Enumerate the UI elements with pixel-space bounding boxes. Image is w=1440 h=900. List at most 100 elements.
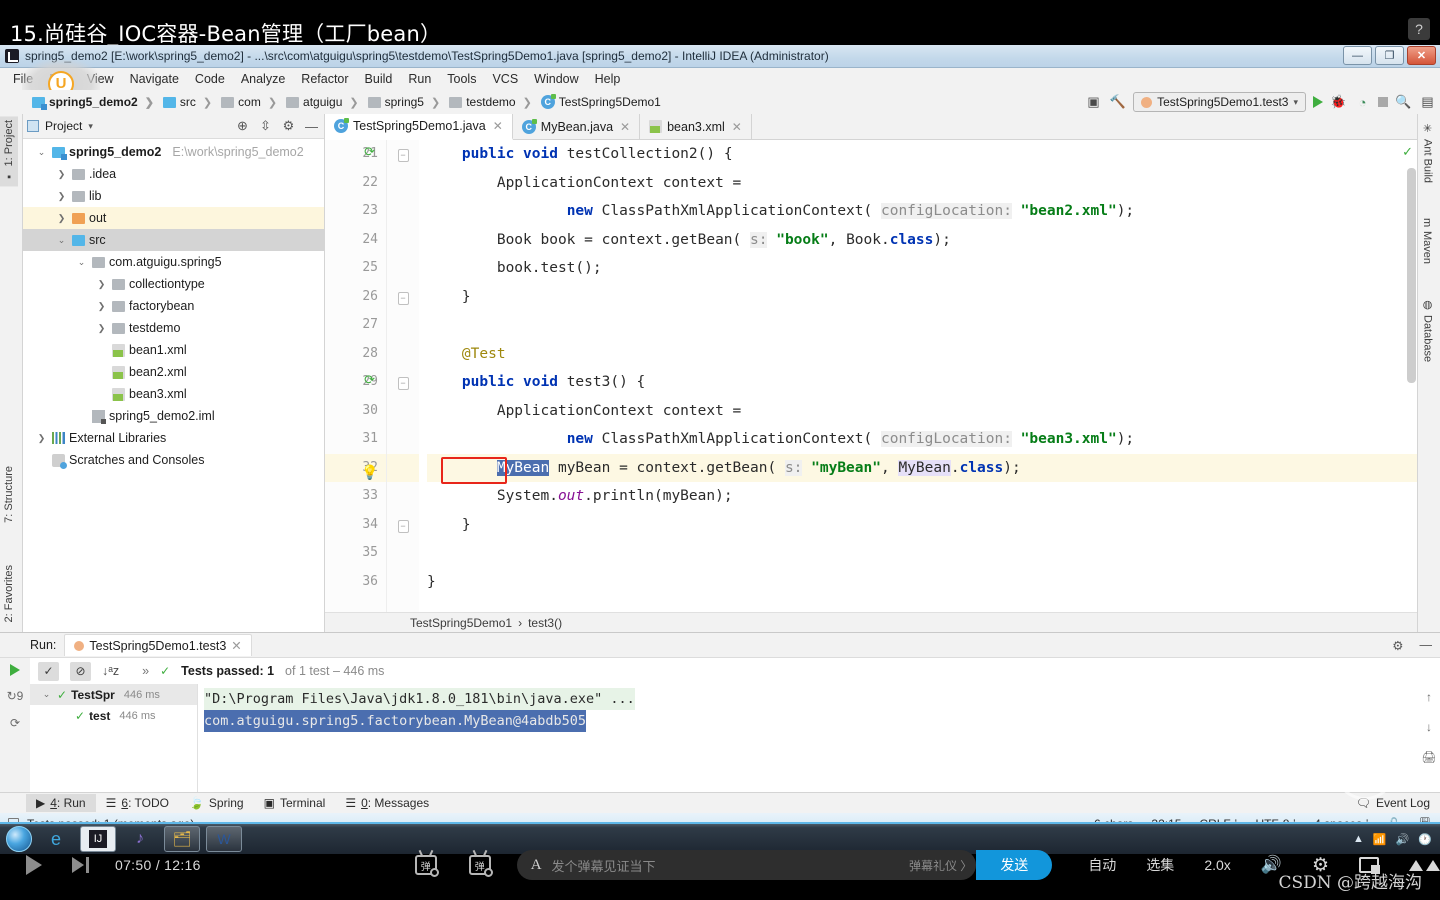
breadcrumb-spring5[interactable]: spring5 ❯ [366,95,446,109]
breadcrumb-testdemo[interactable]: testdemo ❯ [447,95,537,109]
tree-node-testdemo[interactable]: ❯ testdemo [23,317,324,339]
tool-button-run[interactable]: ▶ 4: Run [26,794,96,812]
line-number[interactable]: 24 [325,226,386,255]
fold-marker[interactable]: − [387,511,419,540]
editor-tabs[interactable]: C TestSpring5Demo1.java ✕ C MyBean.java ✕ bean… [325,114,1417,140]
menu-run[interactable]: Run [401,70,438,88]
tree-node-factorybean[interactable]: ❯ factorybean [23,295,324,317]
tree-node-bean2-xml[interactable]: bean2.xml [23,361,324,383]
tree-node-external-libraries[interactable]: ❯ External Libraries [23,427,324,449]
code-line[interactable]: } [427,283,1417,312]
episodes-button[interactable]: 选集 [1146,855,1174,875]
code-line[interactable]: book.test(); [427,254,1417,283]
close-icon[interactable]: ✕ [620,120,630,134]
breadcrumb-module[interactable]: spring5_demo2 ❯ [30,95,159,110]
sidebar-item-database[interactable]: ◍ Database [1418,294,1437,366]
tool-button-spring[interactable]: 🍃 Spring [179,794,254,812]
danmu-rule-link[interactable]: 弹幕礼仪 〉 [909,857,972,874]
breadcrumb-src[interactable]: src ❯ [161,95,217,109]
rerun-button[interactable] [10,664,20,676]
tray-clock-icon[interactable]: 🕐 [1418,833,1432,846]
editor-tab-mybean-java[interactable]: C MyBean.java ✕ [513,114,641,139]
code-line[interactable]: } [427,568,1417,597]
tree-expander-icon[interactable]: ❯ [95,279,108,290]
scroll-up-icon[interactable]: ↑ [1426,690,1432,704]
hide-panel-icon[interactable]: — [303,118,320,135]
scroll-down-icon[interactable]: ↓ [1426,720,1432,734]
project-tree[interactable]: ⌄ spring5_demo2 E:\work\spring5_demo2 ❯ .ide… [23,139,324,471]
fold-marker[interactable] [387,197,419,226]
code-line[interactable]: System.out.println(myBean); [427,482,1417,511]
tree-expander-icon[interactable]: ❯ [35,433,48,444]
close-button[interactable]: ✕ [1407,46,1436,65]
menu-build[interactable]: Build [358,70,400,88]
console-output[interactable]: "D:\Program Files\Java\jdk1.8.0_181\bin\… [198,684,1418,792]
menu-navigate[interactable]: Navigate [123,70,186,88]
danmu-input[interactable]: A 发个弹幕见证当下 弹幕礼仪 〉 [516,850,977,880]
tool-button-messages[interactable]: ☰ 0: Messages [335,794,439,812]
menu-code[interactable]: Code [188,70,232,88]
menu-file[interactable]: File [6,70,40,88]
test-tree[interactable]: ⌄ ✓ TestSpr 446 ms ✓ test 446 ms [30,684,198,792]
help-icon[interactable]: ? [1408,18,1430,40]
menu-analyze[interactable]: Analyze [234,70,292,88]
tree-node-spring5-demo2-iml[interactable]: spring5_demo2.iml [23,405,324,427]
show-passed-toggle[interactable]: ✓ [38,661,59,681]
line-number[interactable]: 22 [325,169,386,198]
tree-expander-icon[interactable]: ⌄ [75,257,88,268]
restore-button[interactable]: ❐ [1375,46,1404,65]
menu-tools[interactable]: Tools [440,70,483,88]
close-icon[interactable]: ✕ [493,119,503,133]
code-line[interactable]: new ClassPathXmlApplicationContext( conf… [427,197,1417,226]
tool-button-terminal[interactable]: ▣ Terminal [254,794,336,812]
fold-marker[interactable]: − [387,283,419,312]
tree-node-bean3-xml[interactable]: bean3.xml [23,383,324,405]
run-test-gutter-icon[interactable]: ⟳ [361,146,375,160]
fold-marker[interactable] [387,340,419,369]
show-ignored-toggle[interactable]: ⊘ [70,661,91,681]
tray-network-icon[interactable]: 📶 [1373,833,1387,846]
editor-vertical-scrollbar[interactable] [1407,168,1416,383]
play-button[interactable] [26,855,42,875]
code-line[interactable]: public void test3() { [427,368,1417,397]
sidebar-item-maven[interactable]: m Maven [1418,214,1436,268]
tree-node-bean1-xml[interactable]: bean1.xml [23,339,324,361]
sidebar-item-ant-build[interactable]: ✳ Ant Build [1418,118,1437,187]
tree-node-com-atguigu-spring5[interactable]: ⌄ com.atguigu.spring5 [23,251,324,273]
fold-region-icon[interactable]: − [397,377,409,390]
line-number[interactable]: 25 [325,254,386,283]
tree-expander-icon[interactable]: ⌄ [40,689,53,700]
collapse-all-icon[interactable]: ⇳ [257,118,274,135]
project-structure-icon[interactable]: ▤ [1419,94,1436,111]
fold-marker[interactable] [387,311,419,340]
close-icon[interactable]: ✕ [231,638,241,653]
send-button[interactable]: 发送 [976,850,1053,880]
line-number[interactable]: 27 [325,311,386,340]
gear-icon[interactable]: ⚙ [1392,638,1411,653]
locate-target-icon[interactable]: ⊕ [234,118,251,135]
tree-expander-icon[interactable]: ❯ [55,191,68,202]
fold-marker[interactable] [387,254,419,283]
tree-node-spring5-demo2[interactable]: ⌄ spring5_demo2 E:\work\spring5_demo2 [23,141,324,163]
run-with-coverage-icon[interactable]: ◔ [1354,94,1371,111]
run-tab[interactable]: TestSpring5Demo1.test3 ✕ [64,634,252,656]
tree-node-collectiontype[interactable]: ❯ collectiontype [23,273,324,295]
rerun-failed-icon[interactable]: ↻9 [7,689,24,703]
debug-icon[interactable]: 🐞 [1330,94,1347,111]
menu-edit[interactable]: Edit [42,70,78,88]
menu-view[interactable]: View [80,70,121,88]
code-line[interactable]: public void testCollection2() { [427,140,1417,169]
stop-button[interactable] [1378,97,1388,107]
breadcrumb-atguigu[interactable]: atguigu ❯ [284,95,364,109]
breadcrumb-com[interactable]: com ❯ [219,95,282,109]
code-line[interactable] [427,539,1417,568]
line-number[interactable]: 29 ⟳ [325,368,386,397]
tool-button-todo[interactable]: ☰ 6: TODO [96,794,179,812]
code-line[interactable]: ApplicationContext context = [427,169,1417,198]
tree-node-out[interactable]: ❯ out [23,207,324,229]
fold-marker[interactable] [387,482,419,511]
next-episode-button[interactable] [72,857,89,873]
minimize-button[interactable]: — [1343,46,1372,65]
gear-icon[interactable]: ⚙ [280,118,297,135]
fold-marker[interactable] [387,453,419,482]
